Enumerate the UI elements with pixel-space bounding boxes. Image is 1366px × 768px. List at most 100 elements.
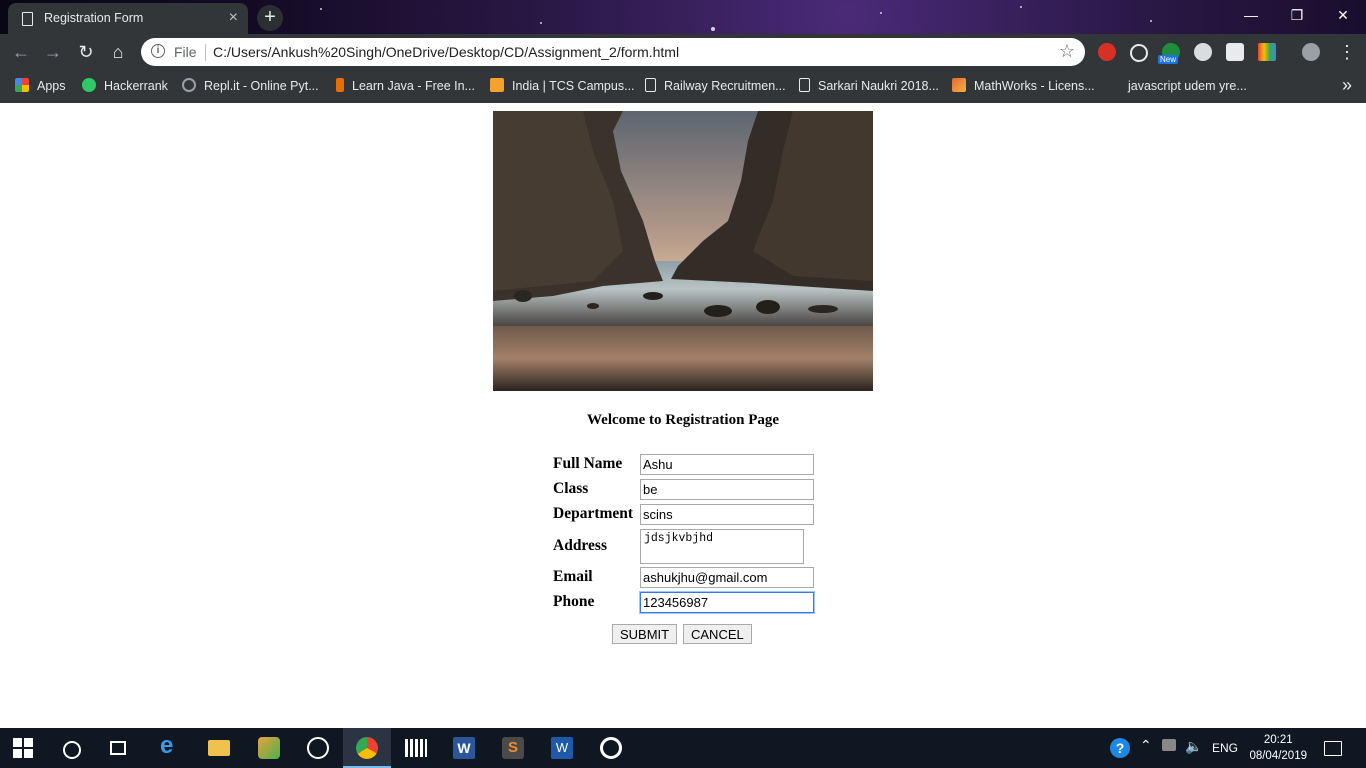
speed-extension-icon[interactable] xyxy=(1130,44,1148,62)
bookmark-sarkari[interactable]: Sarkari Naukri 2018... xyxy=(799,78,939,93)
email-input[interactable] xyxy=(640,567,814,588)
chrome-icon[interactable] xyxy=(356,737,378,759)
address-label: Address xyxy=(553,537,607,554)
star-decoration xyxy=(540,22,542,24)
bookmark-label: Railway Recruitmen... xyxy=(664,79,786,93)
color-extension-icon[interactable] xyxy=(1258,43,1276,61)
scheme-label: File xyxy=(174,44,197,60)
class-label: Class xyxy=(553,480,589,497)
action-center-icon[interactable] xyxy=(1324,741,1342,756)
page-icon xyxy=(799,78,810,92)
profile-avatar[interactable] xyxy=(1302,43,1320,61)
bookmark-label: Apps xyxy=(37,79,66,93)
adblock-extension-icon[interactable] xyxy=(1098,43,1116,61)
bookmark-mathworks[interactable]: MathWorks - Licens... xyxy=(952,78,1095,93)
page-icon xyxy=(645,78,656,92)
chevron-more-icon[interactable]: » xyxy=(1342,75,1352,96)
bookmark-javascript[interactable]: javascript udem yre... xyxy=(1106,78,1247,93)
bookmarks-bar: Apps Hackerrank Repl.it - Online Pyt... … xyxy=(0,70,1366,104)
hackerrank-icon xyxy=(82,78,96,92)
alarm-clock-icon[interactable] xyxy=(307,737,329,759)
wordpad-icon[interactable]: W xyxy=(551,737,573,759)
url-text[interactable]: C:/Users/Ankush%20Singh/OneDrive/Desktop… xyxy=(213,44,679,60)
department-input[interactable] xyxy=(640,504,814,525)
windows-start-icon[interactable] xyxy=(13,738,33,758)
bookmark-label: Repl.it - Online Pyt... xyxy=(204,79,319,93)
bookmark-replit[interactable]: Repl.it - Online Pyt... xyxy=(182,78,319,93)
blank-icon xyxy=(1106,78,1120,92)
file-explorer-icon[interactable] xyxy=(208,740,230,756)
restore-button[interactable]: ❐ xyxy=(1274,0,1320,30)
page-content: Welcome to Registration Page Full Name C… xyxy=(0,103,1366,728)
star-decoration xyxy=(1020,6,1022,8)
document-icon xyxy=(22,12,33,26)
clock-date: 08/04/2019 xyxy=(1249,750,1307,762)
bookmark-label: Sarkari Naukri 2018... xyxy=(818,79,939,93)
star-decoration xyxy=(711,27,715,31)
address-bar[interactable]: i File C:/Users/Ankush%20Singh/OneDrive/… xyxy=(141,38,1085,66)
windows-taskbar: e W S W ? ⌃ 🔈 ENG 20:21 08/04/2019 xyxy=(0,728,1366,768)
bookmark-star-icon[interactable]: ☆ xyxy=(1059,41,1075,62)
submit-button[interactable]: SUBMIT xyxy=(612,624,678,644)
new-tab-button[interactable]: + xyxy=(257,5,283,31)
info-icon[interactable]: i xyxy=(151,44,165,58)
close-window-button[interactable]: ✕ xyxy=(1320,0,1366,30)
bookmark-label: Hackerrank xyxy=(104,79,168,93)
bookmark-tcs[interactable]: India | TCS Campus... xyxy=(490,78,635,93)
menu-kebab-icon[interactable]: ⋮ xyxy=(1338,42,1356,63)
bookmark-label: Learn Java - Free In... xyxy=(352,79,475,93)
department-label: Department xyxy=(553,505,634,522)
network-icon[interactable] xyxy=(1162,739,1176,751)
apps-grid-icon xyxy=(15,78,29,92)
star-decoration xyxy=(880,12,882,14)
cortana-search-icon[interactable] xyxy=(63,741,81,759)
language-indicator[interactable]: ENG xyxy=(1212,741,1238,755)
full-name-label: Full Name xyxy=(553,455,623,472)
class-input[interactable] xyxy=(640,479,814,500)
bookmark-label: MathWorks - Licens... xyxy=(974,79,1095,93)
chevron-up-icon[interactable]: ⌃ xyxy=(1140,737,1152,754)
star-decoration xyxy=(1150,20,1152,22)
phone-input[interactable] xyxy=(640,592,814,613)
replit-icon xyxy=(182,78,196,92)
email-label: Email xyxy=(553,568,593,585)
clock-time: 20:21 xyxy=(1263,734,1293,746)
tab-close-icon[interactable]: × xyxy=(229,9,238,27)
word-icon[interactable]: W xyxy=(453,737,475,759)
full-name-input[interactable] xyxy=(640,454,814,475)
bookmark-railway[interactable]: Railway Recruitmen... xyxy=(645,78,786,93)
java-icon xyxy=(336,78,344,92)
minimize-button[interactable]: — xyxy=(1228,0,1274,30)
forward-arrow-icon[interactable]: → xyxy=(40,40,66,64)
sea-cliffs-image xyxy=(493,111,873,391)
edge-browser-icon[interactable]: e xyxy=(160,732,182,759)
reload-icon[interactable]: ↻ xyxy=(73,40,99,64)
extension-icon[interactable] xyxy=(1194,43,1212,61)
bookmark-hackerrank[interactable]: Hackerrank xyxy=(82,78,168,93)
star-decoration xyxy=(320,8,322,10)
address-textarea[interactable]: jdsjkvbjhd xyxy=(640,529,804,564)
browser-toolbar: ← → ↻ ⌂ i File C:/Users/Ankush%20Singh/O… xyxy=(0,34,1366,70)
bookmark-label: javascript udem yre... xyxy=(1128,79,1247,93)
task-view-icon[interactable] xyxy=(110,741,126,755)
sublime-text-icon[interactable]: S xyxy=(502,737,524,759)
cancel-button[interactable]: CANCEL xyxy=(683,624,752,644)
help-icon[interactable]: ? xyxy=(1110,738,1130,758)
browser-titlebar: Registration Form × + — ❐ ✕ xyxy=(0,0,1366,34)
bookmark-apps[interactable]: Apps xyxy=(15,78,66,93)
groove-music-icon[interactable] xyxy=(600,737,622,759)
video-clapper-icon[interactable] xyxy=(405,739,427,757)
tcs-icon xyxy=(490,78,504,92)
page-title: Welcome to Registration Page xyxy=(586,412,780,428)
virtualbox-icon[interactable] xyxy=(258,737,280,759)
speaker-icon[interactable]: 🔈 xyxy=(1185,738,1202,755)
divider xyxy=(205,44,206,61)
tab-title: Registration Form xyxy=(44,11,144,25)
phone-label: Phone xyxy=(553,593,595,610)
home-icon[interactable]: ⌂ xyxy=(105,40,131,64)
bookmark-learn-java[interactable]: Learn Java - Free In... xyxy=(336,78,475,93)
taskbar-clock[interactable]: 20:21 08/04/2019 xyxy=(1249,732,1307,764)
cube-extension-icon[interactable] xyxy=(1226,43,1244,61)
back-arrow-icon[interactable]: ← xyxy=(8,40,34,64)
tab-registration-form[interactable]: Registration Form × xyxy=(8,3,248,34)
